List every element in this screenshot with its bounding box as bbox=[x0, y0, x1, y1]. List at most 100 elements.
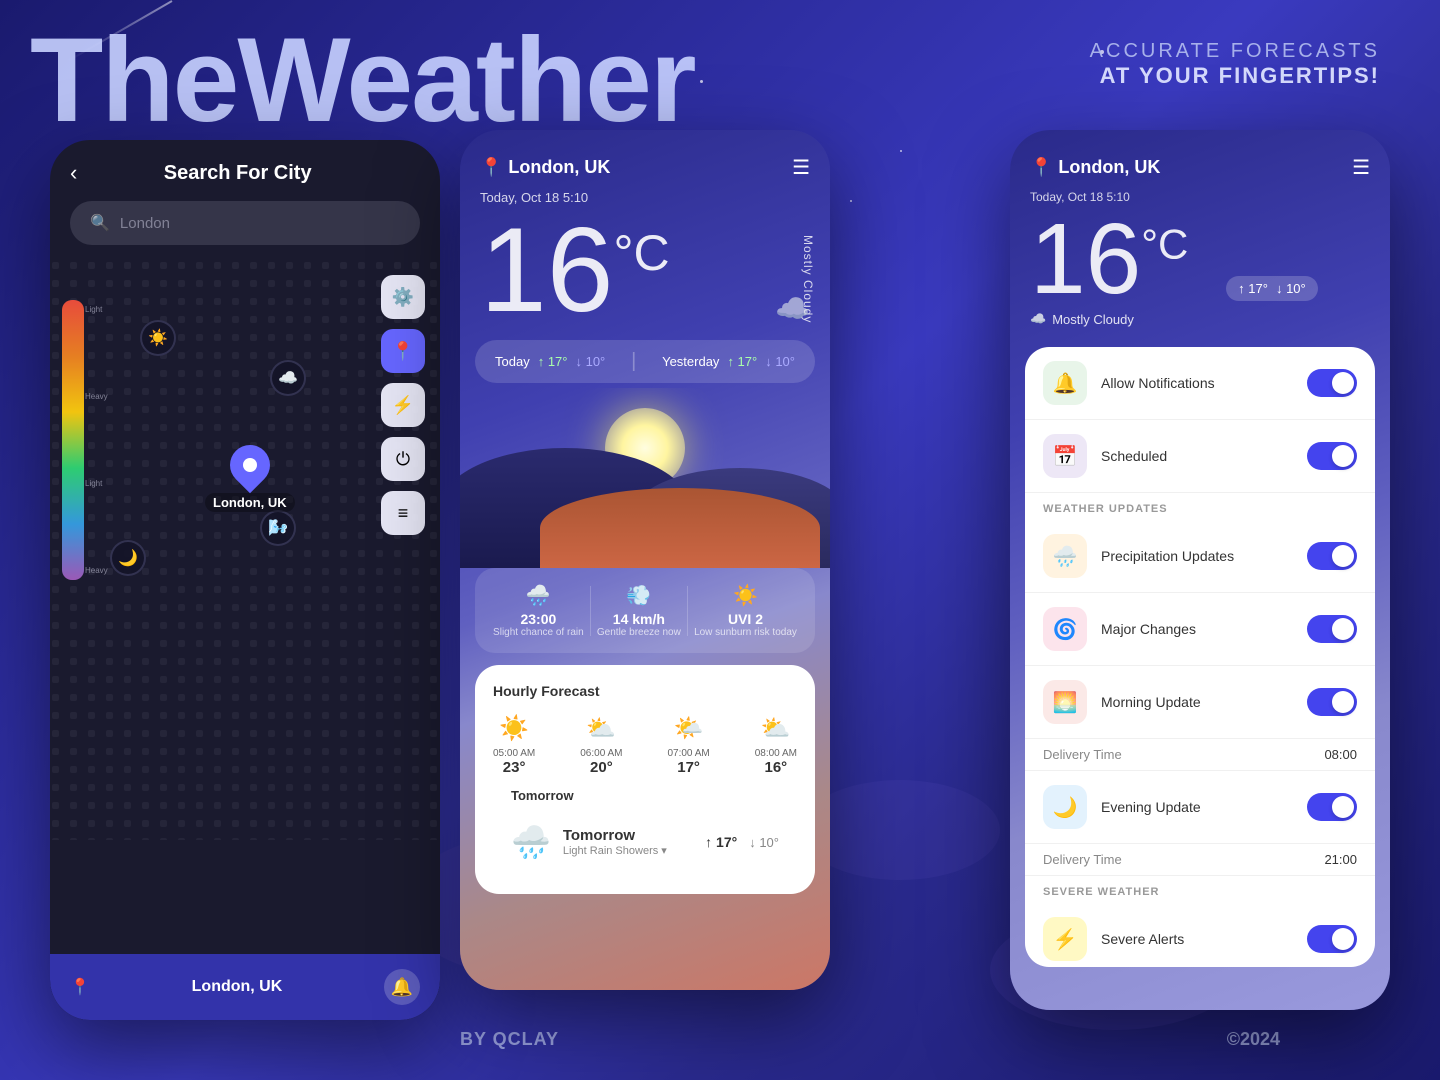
yesterday-label: Yesterday bbox=[662, 354, 719, 369]
phone3-notifications: 📍 London, UK ☰ Today, Oct 18 5:10 16°C ↑… bbox=[1010, 130, 1390, 1010]
tomorrow-info: Tomorrow Light Rain Showers ▾ bbox=[563, 827, 693, 857]
allow-notifications-row: 🔔 Allow Notifications bbox=[1025, 347, 1375, 420]
ph3-temp-high: ↑ 17° bbox=[1238, 281, 1268, 296]
major-changes-label: Major Changes bbox=[1101, 621, 1293, 637]
rain-detail: 🌧️ 23:00 Slight chance of rain bbox=[493, 583, 584, 638]
back-button[interactable]: ‹ bbox=[70, 160, 77, 186]
london-pin[interactable]: London, UK bbox=[205, 445, 295, 512]
cloud-blob bbox=[800, 780, 1000, 880]
map-weather-icon-night: 🌙 bbox=[110, 540, 146, 576]
precipitation-row: 🌧️ Precipitation Updates bbox=[1025, 520, 1375, 593]
map-area[interactable]: Light Heavy Light Heavy ☀️ ☁️ 🌙 🌬️ Londo… bbox=[50, 260, 440, 840]
tomorrow-section: Tomorrow 🌧️ Tomorrow Light Rain Showers … bbox=[493, 776, 797, 876]
allow-notif-toggle[interactable] bbox=[1307, 369, 1357, 397]
hourly-time-2: 07:00 AM bbox=[667, 748, 709, 759]
morning-toggle[interactable] bbox=[1307, 688, 1357, 716]
scheduled-toggle[interactable] bbox=[1307, 442, 1357, 470]
tomorrow-header: Tomorrow bbox=[511, 788, 779, 803]
hourly-item-2: 🌤️ 07:00 AM 17° bbox=[667, 714, 709, 776]
tagline-line1: ACCURATE FORECASTS bbox=[1090, 40, 1380, 63]
today-label: Today bbox=[495, 354, 530, 369]
morning-update-row: 🌅 Morning Update bbox=[1025, 666, 1375, 739]
major-changes-icon-wrap: 🌀 bbox=[1043, 607, 1087, 651]
morning-icon: 🌅 bbox=[1053, 690, 1078, 715]
ph3-location-text: London, UK bbox=[1058, 157, 1160, 178]
tomorrow-temps: ↑ 17° ↓ 10° bbox=[705, 834, 779, 850]
london-pin-shape bbox=[222, 437, 279, 494]
phone1-bottom: 📍 London, UK 🔔 bbox=[50, 954, 440, 1020]
precipitation-toggle[interactable] bbox=[1307, 542, 1357, 570]
morning-icon-wrap: 🌅 bbox=[1043, 680, 1087, 724]
morning-update-label: Morning Update bbox=[1101, 694, 1293, 710]
precipitation-icon: 🌧️ bbox=[1053, 544, 1078, 569]
scheduled-label: Scheduled bbox=[1101, 448, 1293, 464]
hourly-items: ☀️ 05:00 AM 23° ⛅ 06:00 AM 20° 🌤️ 07:00 … bbox=[493, 714, 797, 776]
morning-delivery-row: Delivery Time 08:00 bbox=[1025, 739, 1375, 771]
ph3-temp-area: 16°C ↑ 17° ↓ 10° ☁️ Mostly Cloudy bbox=[1010, 204, 1390, 337]
hourly-time-1: 06:00 AM bbox=[580, 748, 622, 759]
wind-speed: 14 km/h bbox=[597, 611, 681, 627]
hourly-time-3: 08:00 AM bbox=[755, 748, 797, 759]
ph2-temp-area: 16°C Mostly Cloudy ☁️ bbox=[460, 205, 830, 335]
evening-icon: 🌙 bbox=[1053, 795, 1078, 820]
uv-desc: Low sunburn risk today bbox=[694, 627, 797, 638]
phone1-title: Search For City bbox=[92, 162, 383, 185]
wind-icon: 💨 bbox=[597, 583, 681, 608]
major-changes-row: 🌀 Major Changes bbox=[1025, 593, 1375, 666]
severe-toggle[interactable] bbox=[1307, 925, 1357, 953]
hourly-item-0: ☀️ 05:00 AM 23° bbox=[493, 714, 535, 776]
scheduled-row: 📅 Scheduled bbox=[1025, 420, 1375, 493]
power-button[interactable]: ⏻ bbox=[381, 437, 425, 481]
search-bar[interactable]: 🔍 London bbox=[70, 201, 420, 245]
layers-button[interactable]: ≡ bbox=[381, 491, 425, 535]
legend-labels: Light Heavy Light Heavy bbox=[85, 305, 108, 575]
lightning-button[interactable]: ⚡ bbox=[381, 383, 425, 427]
major-changes-toggle[interactable] bbox=[1307, 615, 1357, 643]
settings-button[interactable]: ⚙️ bbox=[381, 275, 425, 319]
detail-divider2 bbox=[687, 586, 688, 636]
ph3-menu-button[interactable]: ☰ bbox=[1352, 155, 1370, 180]
ph2-menu-button[interactable]: ☰ bbox=[792, 155, 810, 180]
legend-label-heavy2: Heavy bbox=[85, 566, 108, 575]
ph3-location: 📍 London, UK bbox=[1030, 157, 1160, 178]
legend-gradient bbox=[62, 300, 84, 580]
tomorrow-row: 🌧️ Tomorrow Light Rain Showers ▾ ↑ 17° ↓… bbox=[511, 813, 779, 871]
ph2-location-text: London, UK bbox=[508, 157, 610, 178]
detail-divider1 bbox=[590, 586, 591, 636]
tomorrow-low: ↓ 10° bbox=[749, 835, 779, 850]
hourly-time-0: 05:00 AM bbox=[493, 748, 535, 759]
evening-icon-wrap: 🌙 bbox=[1043, 785, 1087, 829]
hourly-temp-2: 17° bbox=[667, 759, 709, 776]
evening-toggle[interactable] bbox=[1307, 793, 1357, 821]
hill3 bbox=[540, 488, 820, 568]
morning-delivery-time: 08:00 bbox=[1324, 747, 1357, 762]
search-icon: 🔍 bbox=[90, 213, 110, 233]
map-toolbar: ⚙️ 📍 ⚡ ⏻ ≡ bbox=[381, 275, 425, 535]
weather-details-card: 🌧️ 23:00 Slight chance of rain 💨 14 km/h… bbox=[475, 568, 815, 653]
ph2-temp-unit: °C bbox=[613, 225, 669, 281]
search-input[interactable]: London bbox=[120, 215, 170, 232]
hourly-temp-0: 23° bbox=[493, 759, 535, 776]
hourly-icon-1: ⛅ bbox=[580, 714, 622, 743]
bell-button[interactable]: 🔔 bbox=[384, 969, 420, 1005]
today-high: ↑ 17° bbox=[538, 354, 568, 369]
allow-notif-icon-wrap: 🔔 bbox=[1043, 361, 1087, 405]
evening-update-label: Evening Update bbox=[1101, 799, 1293, 815]
yesterday-high: ↑ 17° bbox=[727, 354, 757, 369]
ph2-hills bbox=[460, 448, 830, 568]
map-pin-button[interactable]: 📍 bbox=[381, 329, 425, 373]
star bbox=[850, 200, 852, 202]
today-comparison: Today ↑ 17° ↓ 10° bbox=[495, 354, 605, 369]
chevron-down-icon: ▾ bbox=[661, 844, 667, 857]
rain-icon: 🌧️ bbox=[493, 583, 584, 608]
major-changes-icon: 🌀 bbox=[1053, 617, 1078, 642]
ph3-temp-range: ↑ 17° ↓ 10° bbox=[1226, 276, 1318, 301]
comparison-bar: Today ↑ 17° ↓ 10° | Yesterday ↑ 17° ↓ 10… bbox=[475, 340, 815, 383]
ph3-temp-low: ↓ 10° bbox=[1276, 281, 1306, 296]
star bbox=[700, 80, 703, 83]
evening-update-row: 🌙 Evening Update bbox=[1025, 771, 1375, 844]
ph2-location: 📍 London, UK bbox=[480, 157, 610, 178]
uv-value: UVI 2 bbox=[694, 611, 797, 627]
ph3-temperature: 16°C bbox=[1030, 203, 1216, 315]
hourly-item-1: ⛅ 06:00 AM 20° bbox=[580, 714, 622, 776]
